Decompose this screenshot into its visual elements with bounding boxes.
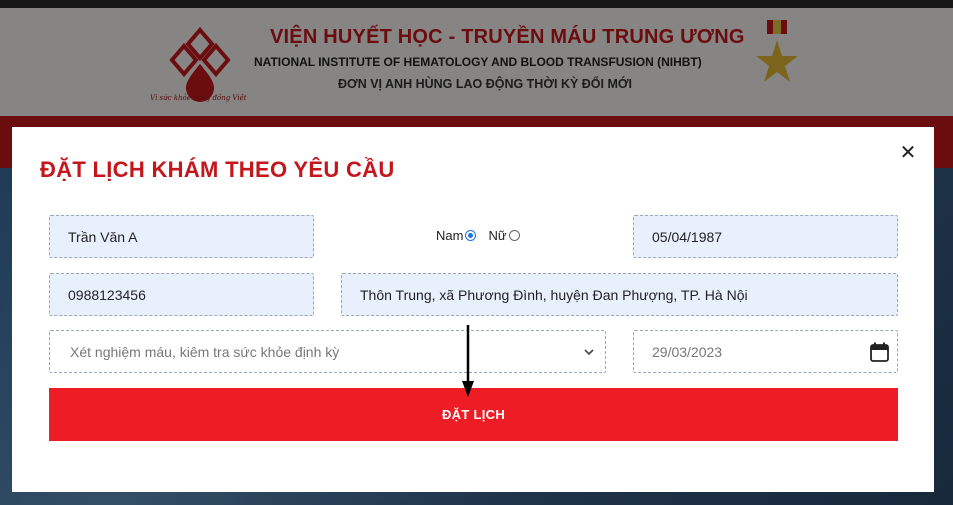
modal-title: ĐẶT LỊCH KHÁM THEO YÊU CẦU <box>40 157 395 182</box>
chevron-down-icon <box>584 349 594 356</box>
appointment-date-field[interactable]: 29/03/2023 <box>633 330 898 373</box>
gender-male-option[interactable]: Nam <box>436 228 477 243</box>
appointment-date-value: 29/03/2023 <box>652 343 723 360</box>
gender-radio-group: Nam Nữ <box>436 228 520 243</box>
service-select[interactable]: Xét nghiệm máu, kiêm tra sức khỏe định k… <box>49 330 606 373</box>
name-field[interactable]: Trần Văn A <box>49 215 314 258</box>
gender-male-label: Nam <box>436 228 464 243</box>
service-select-value: Xét nghiệm máu, kiêm tra sức khỏe định k… <box>70 343 340 360</box>
gender-female-radio[interactable] <box>508 230 520 241</box>
gender-female-option[interactable]: Nữ <box>488 228 520 243</box>
address-field[interactable]: Thôn Trung, xã Phương Đình, huyện Đan Ph… <box>341 273 898 316</box>
phone-field[interactable]: 0988123456 <box>49 273 314 316</box>
gender-male-radio[interactable] <box>465 230 477 241</box>
gender-female-label: Nữ <box>488 228 507 243</box>
annotation-arrow <box>462 325 474 397</box>
close-icon[interactable]: ✕ <box>898 143 918 163</box>
calendar-icon[interactable] <box>870 342 889 362</box>
birthdate-field[interactable]: 05/04/1987 <box>633 215 898 258</box>
booking-modal: ĐẶT LỊCH KHÁM THEO YÊU CẦU ✕ Trần Văn A … <box>12 127 934 492</box>
